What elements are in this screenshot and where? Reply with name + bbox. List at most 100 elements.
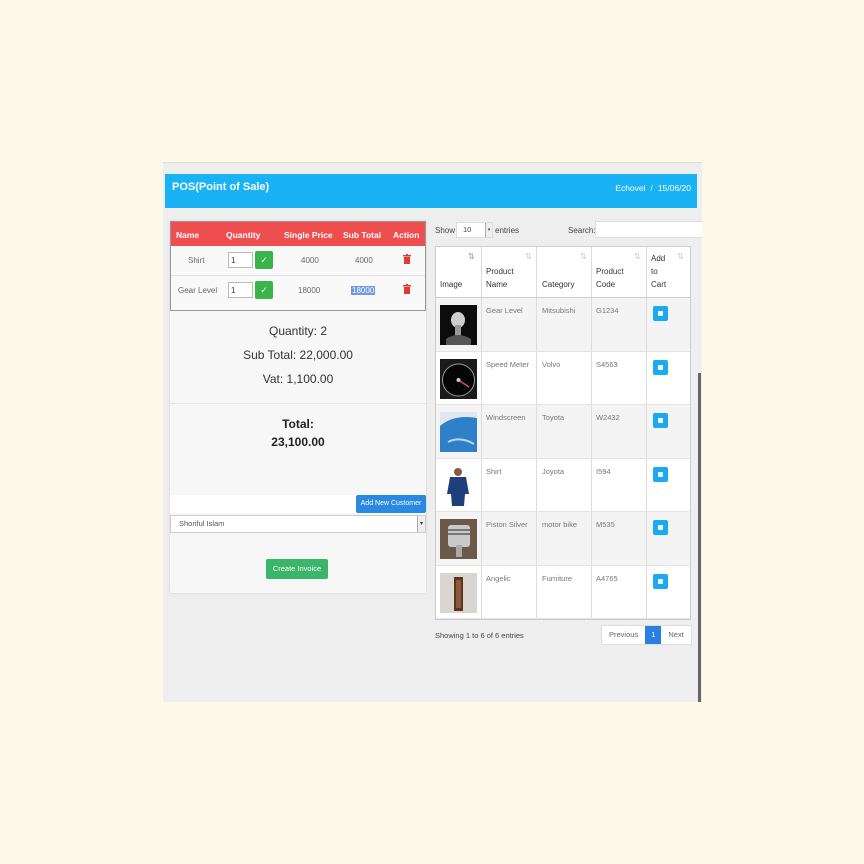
add-to-cart-button[interactable] xyxy=(653,466,668,482)
cart-item-price: 4000 xyxy=(301,256,319,265)
product-row: Shirt Joyota I594 xyxy=(436,458,690,512)
product-code: M535 xyxy=(596,520,615,529)
cart-table-header: Name Quantity Single Price Sub Total Act… xyxy=(171,222,425,246)
product-code: W2432 xyxy=(596,413,620,422)
summary-quantity: Quantity: 2 xyxy=(268,324,328,338)
products-table: Image ⇅ Product Name ⇅ Category ⇅ Product… xyxy=(435,246,691,620)
products-table-header: Image ⇅ Product Name ⇅ Category ⇅ Product… xyxy=(436,247,690,298)
page-title: POS(Point of Sale) xyxy=(172,181,270,193)
quantity-input[interactable]: 1 xyxy=(228,252,253,268)
check-icon: ✓ xyxy=(260,255,268,265)
cart-item-subtotal: 18000 xyxy=(351,286,376,295)
add-new-customer-button[interactable]: Add New Customer xyxy=(356,495,426,513)
page-header: POS(Point of Sale) Echovel/15/06/20 xyxy=(165,174,697,208)
col-name: Name xyxy=(176,230,200,240)
create-invoice-button[interactable]: Create Invoice xyxy=(266,559,328,579)
cart-item-name: Shirt xyxy=(188,256,205,265)
cart-panel: Name Quantity Single Price Sub Total Act… xyxy=(170,221,426,593)
shirt-image xyxy=(440,465,477,506)
quantity-input[interactable]: 1 xyxy=(228,282,253,298)
col-action: Action xyxy=(393,230,420,240)
trash-icon[interactable] xyxy=(403,284,411,294)
update-quantity-button[interactable]: ✓ xyxy=(255,281,273,299)
product-name: Piston Silver xyxy=(486,520,528,529)
product-category: Volvo xyxy=(542,359,561,369)
col-single-price: Single Price xyxy=(284,230,333,240)
order-summary: Quantity: 2 Sub Total: 22,000.00 Vat: 1,… xyxy=(170,319,426,391)
add-to-cart-button[interactable] xyxy=(653,413,668,428)
col-product-code[interactable]: Product Code xyxy=(596,265,624,291)
breadcrumb: Echovel/15/06/20 xyxy=(615,183,691,193)
check-icon: ✓ xyxy=(260,285,268,295)
products-panel: Show 10 ▾ entries Search: Image ⇅ Produc… xyxy=(434,221,702,651)
customer-select-value: Shoriful Islam xyxy=(179,519,225,528)
col-image[interactable]: Image xyxy=(440,278,462,291)
pagination: Previous 1 Next xyxy=(601,625,692,645)
cart-row: Shirt 1 ✓ 4000 4000 xyxy=(171,246,425,275)
col-add-to-cart[interactable]: Add to Cart xyxy=(651,252,666,291)
product-name: Angelic xyxy=(486,573,511,583)
speedometer-image xyxy=(440,358,477,399)
summary-subtotal: Sub Total: 22,000.00 xyxy=(243,348,353,362)
col-category[interactable]: Category xyxy=(542,278,574,291)
pager-page-1[interactable]: 1 xyxy=(645,626,662,644)
col-sub-total: Sub Total xyxy=(343,230,382,240)
cabinet-image xyxy=(440,572,477,613)
cart-table: Name Quantity Single Price Sub Total Act… xyxy=(170,221,426,311)
add-to-cart-button[interactable] xyxy=(653,573,668,589)
breadcrumb-user[interactable]: Echovel xyxy=(615,183,645,193)
sort-icon: ⇅ xyxy=(677,252,684,261)
sort-icon: ⇅ xyxy=(525,252,532,261)
add-to-cart-button[interactable] xyxy=(653,306,668,321)
search-label: Search: xyxy=(568,226,596,235)
total-label: Total: xyxy=(282,417,314,431)
update-quantity-button[interactable]: ✓ xyxy=(255,251,273,269)
sort-asc-icon: ⇅ xyxy=(468,252,475,261)
app-window: POS(Point of Sale) Echovel/15/06/20 Name… xyxy=(163,162,702,702)
cart-item-price: 18000 xyxy=(298,286,321,295)
summary-divider xyxy=(170,403,426,404)
cart-item-subtotal: 4000 xyxy=(355,256,373,265)
product-row: Gear Level Mitsubishi G1234 xyxy=(436,298,690,352)
chevron-down-icon: ▾ xyxy=(485,223,492,237)
chevron-down-icon: ▾ xyxy=(417,516,425,532)
product-code: S4563 xyxy=(596,359,618,369)
col-quantity: Quantity xyxy=(226,230,261,240)
product-row: Windscreen Toyota W2432 xyxy=(436,405,690,459)
product-category: Mitsubishi xyxy=(542,306,576,315)
search-input[interactable] xyxy=(595,221,702,238)
product-code: A4765 xyxy=(596,573,618,583)
customer-select[interactable]: Shoriful Islam ▾ xyxy=(170,515,426,533)
product-category: Toyota xyxy=(542,413,565,422)
product-code: I594 xyxy=(596,466,611,476)
gear-lever-image xyxy=(440,305,477,345)
col-product-name[interactable]: Product Name xyxy=(486,265,514,291)
pager-next[interactable]: Next xyxy=(661,626,690,644)
sort-icon: ⇅ xyxy=(580,252,587,261)
pager-previous[interactable]: Previous xyxy=(602,626,645,644)
product-name: Windscreen xyxy=(486,413,526,422)
breadcrumb-date: 15/06/20 xyxy=(657,183,691,193)
total-value: 23,100.00 xyxy=(271,435,325,449)
piston-image xyxy=(440,519,477,559)
product-category: Furniture xyxy=(542,573,573,583)
cart-item-name: Gear Level xyxy=(178,286,218,295)
product-category: motor bike xyxy=(542,520,578,529)
page-size-select[interactable]: 10 ▾ xyxy=(456,222,493,238)
page-scrollbar[interactable] xyxy=(698,373,701,702)
product-row: Speed Meter Volvo S4563 xyxy=(436,351,690,405)
product-code: G1234 xyxy=(596,306,619,315)
windscreen-image xyxy=(440,412,477,452)
table-info: Showing 1 to 6 of 6 entries xyxy=(435,631,524,640)
product-name: Shirt xyxy=(486,466,502,476)
entries-label: entries xyxy=(495,226,520,235)
sort-icon: ⇅ xyxy=(634,252,641,261)
product-name: Speed Meter xyxy=(486,359,529,369)
cart-row: Gear Level 1 ✓ 18000 18000 xyxy=(171,276,425,305)
product-category: Joyota xyxy=(542,466,565,476)
trash-icon[interactable] xyxy=(403,254,411,264)
add-to-cart-button[interactable] xyxy=(653,520,668,535)
add-to-cart-button[interactable] xyxy=(653,359,668,375)
product-row: Angelic Furniture A4765 xyxy=(436,565,690,619)
show-label: Show xyxy=(435,226,456,235)
